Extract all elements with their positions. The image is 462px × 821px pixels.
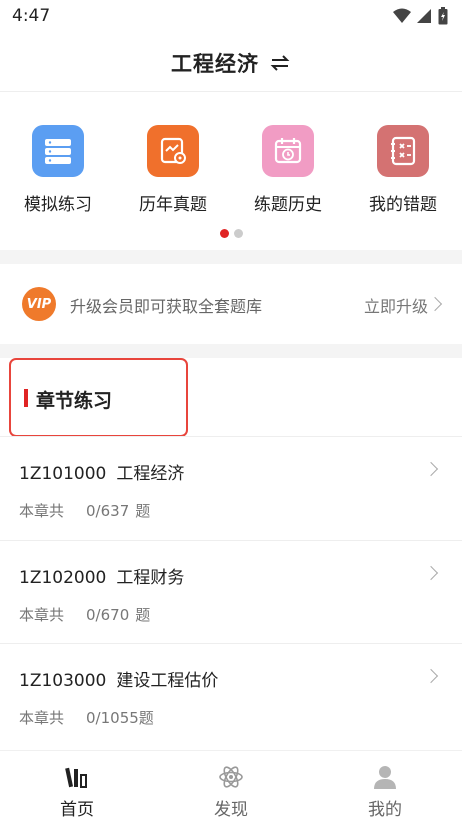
chapter-progress: 0/670 bbox=[86, 606, 130, 624]
quick-actions: 模拟练习 历年真题 练题历史 我的错题 bbox=[0, 92, 462, 250]
pager-dots bbox=[0, 229, 462, 238]
atom-icon bbox=[219, 766, 243, 788]
wifi-icon bbox=[393, 8, 411, 23]
switch-arrows-icon[interactable] bbox=[269, 52, 291, 74]
chapter-item[interactable]: 1Z102000 工程财务 本章共 0/670 题 bbox=[0, 540, 462, 644]
quick-my-mistakes[interactable]: 我的错题 bbox=[345, 125, 461, 215]
status-icons bbox=[393, 7, 448, 25]
chevron-right-icon bbox=[423, 461, 439, 477]
nav-label: 发现 bbox=[214, 800, 248, 820]
chapter-prefix: 本章共 bbox=[19, 709, 65, 727]
chapter-code: 1Z101000 bbox=[19, 464, 107, 484]
upgrade-now-link[interactable]: 立即升级 bbox=[364, 293, 428, 317]
pager-dot[interactable] bbox=[233, 229, 243, 238]
user-icon bbox=[374, 766, 396, 789]
nav-discover[interactable]: 发现 bbox=[154, 751, 308, 821]
chapter-prefix: 本章共 bbox=[19, 502, 65, 520]
vip-upgrade-banner[interactable]: VIP 升级会员即可获取全套题库 立即升级 bbox=[0, 264, 462, 344]
exam-paper-icon bbox=[147, 125, 199, 177]
pager-dot-active[interactable] bbox=[219, 229, 229, 238]
vip-promo-text: 升级会员即可获取全套题库 bbox=[70, 297, 263, 316]
status-bar: 4:47 bbox=[0, 0, 462, 34]
battery-icon bbox=[438, 7, 448, 25]
vip-badge-text: VIP bbox=[26, 296, 52, 312]
chapter-name: 工程财务 bbox=[116, 568, 185, 588]
bottom-nav: 首页 发现 我的 bbox=[0, 750, 462, 821]
chevron-right-icon bbox=[427, 296, 443, 312]
chevron-right-icon bbox=[423, 565, 439, 581]
quick-practice-history[interactable]: 练题历史 bbox=[230, 125, 346, 215]
nav-label: 首页 bbox=[60, 800, 94, 820]
status-time: 4:47 bbox=[12, 6, 51, 26]
quick-label: 练题历史 bbox=[254, 195, 322, 215]
chapter-title: 1Z101000 工程经济 bbox=[19, 459, 184, 484]
chapter-unit: 题 bbox=[135, 502, 151, 520]
chapter-unit: 题 bbox=[135, 606, 151, 624]
chapter-item[interactable]: 1Z101000 工程经济 本章共 0/637 题 bbox=[0, 436, 462, 540]
highlight-box bbox=[9, 358, 188, 437]
books-icon bbox=[65, 767, 87, 788]
chapter-title: 1Z103000 建设工程估价 bbox=[19, 666, 218, 691]
chapter-meta: 本章共 0/670 题 bbox=[19, 604, 150, 625]
chevron-right-icon bbox=[423, 668, 439, 684]
section-gap bbox=[0, 250, 462, 264]
chapter-progress: 0/637 bbox=[86, 502, 130, 520]
quick-label: 我的错题 bbox=[369, 195, 437, 215]
quick-label: 模拟练习 bbox=[24, 195, 92, 215]
chapter-code: 1Z102000 bbox=[19, 568, 107, 588]
nav-label: 我的 bbox=[368, 800, 402, 820]
chapter-name: 建设工程估价 bbox=[116, 671, 219, 691]
quick-label: 历年真题 bbox=[139, 195, 207, 215]
calendar-clock-icon bbox=[262, 125, 314, 177]
nav-profile[interactable]: 我的 bbox=[308, 751, 462, 821]
server-list-icon bbox=[32, 125, 84, 177]
chapter-prefix: 本章共 bbox=[19, 606, 65, 624]
vip-badge-icon: VIP bbox=[22, 287, 56, 321]
chapter-title: 1Z102000 工程财务 bbox=[19, 563, 184, 588]
chapter-progress: 0/1055 bbox=[86, 709, 139, 727]
page-title: 工程经济 bbox=[171, 52, 259, 76]
section-gap bbox=[0, 344, 462, 358]
chapter-name: 工程经济 bbox=[116, 464, 185, 484]
header: 工程经济 bbox=[0, 34, 462, 92]
notebook-x-icon bbox=[377, 125, 429, 177]
chapter-item[interactable]: 1Z103000 建设工程估价 本章共 0/1055题 bbox=[0, 643, 462, 747]
quick-mock-practice[interactable]: 模拟练习 bbox=[0, 125, 116, 215]
chapter-code: 1Z103000 bbox=[19, 671, 107, 691]
signal-icon bbox=[417, 9, 431, 23]
nav-home[interactable]: 首页 bbox=[0, 751, 154, 821]
quick-past-exams[interactable]: 历年真题 bbox=[115, 125, 231, 215]
chapter-unit: 题 bbox=[138, 709, 154, 727]
chapter-meta: 本章共 0/1055题 bbox=[19, 707, 154, 728]
chapter-meta: 本章共 0/637 题 bbox=[19, 500, 150, 521]
section-header: 章节练习 bbox=[0, 358, 462, 437]
